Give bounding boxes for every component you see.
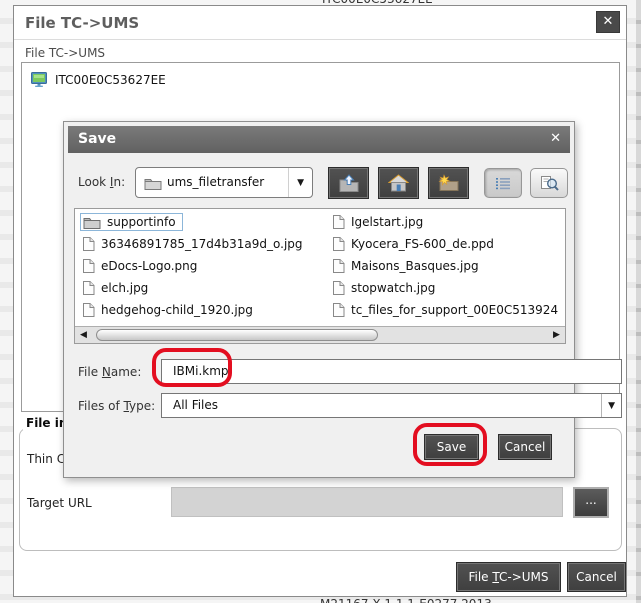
- window-titlebar: File TC->UMS ✕: [14, 6, 626, 40]
- scroll-right-arrow-icon[interactable]: ▶: [548, 327, 565, 343]
- combo-arrow-zone[interactable]: ▼: [288, 168, 312, 197]
- window-close-button[interactable]: ✕: [596, 11, 620, 33]
- file-icon: [332, 214, 345, 230]
- look-in-label: Look In:: [78, 175, 125, 189]
- window-cancel-button[interactable]: Cancel: [567, 562, 626, 592]
- combo-arrow-zone[interactable]: ▼: [601, 394, 621, 417]
- home-icon: [388, 174, 409, 192]
- save-dialog: Save ✕ Look In: ums_filetransfer ▼: [63, 121, 575, 478]
- focused-item-box: supportinfo: [80, 213, 183, 231]
- up-folder-icon: [338, 174, 360, 193]
- target-url-browse-button[interactable]: ...: [573, 487, 609, 518]
- background-clipped-text-bottom: M21167 X 1 1 1-E0277 2013: [320, 597, 492, 603]
- file-name: stopwatch.jpg: [351, 281, 435, 295]
- list-item[interactable]: Igelstart.jpg: [332, 212, 423, 232]
- file-icon: [332, 258, 345, 274]
- save-dialog-title: Save: [78, 131, 116, 147]
- file-tc-ums-submit-button[interactable]: File TC->UMS: [456, 562, 561, 592]
- files-of-type-label: Files of Type:: [78, 399, 155, 413]
- look-in-value: ums_filetransfer: [167, 175, 264, 189]
- file-name: Maisons_Basques.jpg: [351, 259, 479, 273]
- file-name: eDocs-Logo.png: [101, 259, 197, 273]
- save-dialog-titlebar: Save ✕: [68, 126, 570, 153]
- details-view-button[interactable]: [530, 168, 568, 198]
- list-item[interactable]: Kyocera_FS-600_de.ppd: [332, 234, 494, 254]
- save-dialog-close-icon[interactable]: ✕: [550, 131, 561, 146]
- save-button[interactable]: Save: [424, 434, 479, 460]
- device-name: ITC00E0C53627EE: [55, 73, 166, 87]
- file-name: supportinfo: [107, 215, 176, 229]
- file-name: tc_files_for_support_00E0C513924: [351, 303, 558, 317]
- file-icon: [82, 280, 95, 296]
- file-name-value: IBMi.kmp: [173, 364, 229, 378]
- scroll-left-arrow-icon[interactable]: ◀: [75, 327, 92, 343]
- file-icon: [82, 302, 95, 318]
- file-name: Kyocera_FS-600_de.ppd: [351, 237, 494, 251]
- device-tree-item[interactable]: ITC00E0C53627EE: [31, 72, 166, 87]
- files-of-type-value: All Files: [173, 398, 218, 412]
- file-icon: [332, 302, 345, 318]
- file-icon: [82, 236, 95, 252]
- folder-icon: [83, 215, 101, 229]
- list-view-button[interactable]: [484, 168, 522, 198]
- close-icon: ✕: [603, 14, 614, 29]
- thin-client-label: Thin C: [27, 452, 65, 466]
- list-item[interactable]: 36346891785_17d4b31a9d_o.jpg: [82, 234, 303, 254]
- dialog-cancel-button[interactable]: Cancel: [498, 434, 552, 460]
- list-item[interactable]: stopwatch.jpg: [332, 278, 435, 298]
- file-name-label: File Name:: [78, 365, 141, 379]
- files-of-type-combobox[interactable]: All Files ▼: [161, 393, 622, 418]
- new-folder-button[interactable]: [428, 167, 469, 199]
- file-icon: [82, 258, 95, 274]
- target-url-input: [171, 487, 563, 517]
- file-name: elch.jpg: [101, 281, 148, 295]
- file-name: Igelstart.jpg: [351, 215, 423, 229]
- list-item[interactable]: tc_files_for_support_00E0C513924: [332, 300, 558, 320]
- window-title: File TC->UMS: [25, 14, 139, 32]
- horizontal-scrollbar[interactable]: ◀ ▶: [75, 326, 565, 343]
- home-button[interactable]: [378, 167, 419, 199]
- list-item[interactable]: hedgehog-child_1920.jpg: [82, 300, 253, 320]
- list-view-icon: [494, 176, 512, 190]
- chevron-down-icon: ▼: [297, 178, 304, 188]
- file-icon: [332, 236, 345, 252]
- look-in-combobox[interactable]: ums_filetransfer ▼: [135, 167, 313, 198]
- file-name-input[interactable]: IBMi.kmp: [161, 359, 622, 384]
- button-label: File TC->UMS: [468, 570, 548, 584]
- list-item[interactable]: Maisons_Basques.jpg: [332, 256, 479, 276]
- thin-client-monitor-icon: [31, 72, 48, 87]
- file-name: 36346891785_17d4b31a9d_o.jpg: [101, 237, 303, 251]
- details-magnifier-icon: [540, 175, 559, 191]
- file-icon: [332, 280, 345, 296]
- chevron-down-icon: ▼: [608, 401, 615, 411]
- file-list-panel: supportinfo 36346891785_17d4b31a9d_o.jpg…: [74, 208, 566, 344]
- form-label: File TC->UMS: [25, 46, 105, 60]
- list-item[interactable]: elch.jpg: [82, 278, 148, 298]
- target-url-label: Target URL: [27, 496, 92, 510]
- folder-icon: [144, 176, 162, 190]
- background-edge-strip: [636, 0, 641, 603]
- list-item[interactable]: supportinfo: [80, 212, 183, 232]
- scrollbar-thumb[interactable]: [96, 329, 378, 341]
- new-folder-icon: [438, 174, 460, 192]
- up-one-level-button[interactable]: [328, 167, 369, 199]
- list-item[interactable]: eDocs-Logo.png: [82, 256, 197, 276]
- file-name: hedgehog-child_1920.jpg: [101, 303, 253, 317]
